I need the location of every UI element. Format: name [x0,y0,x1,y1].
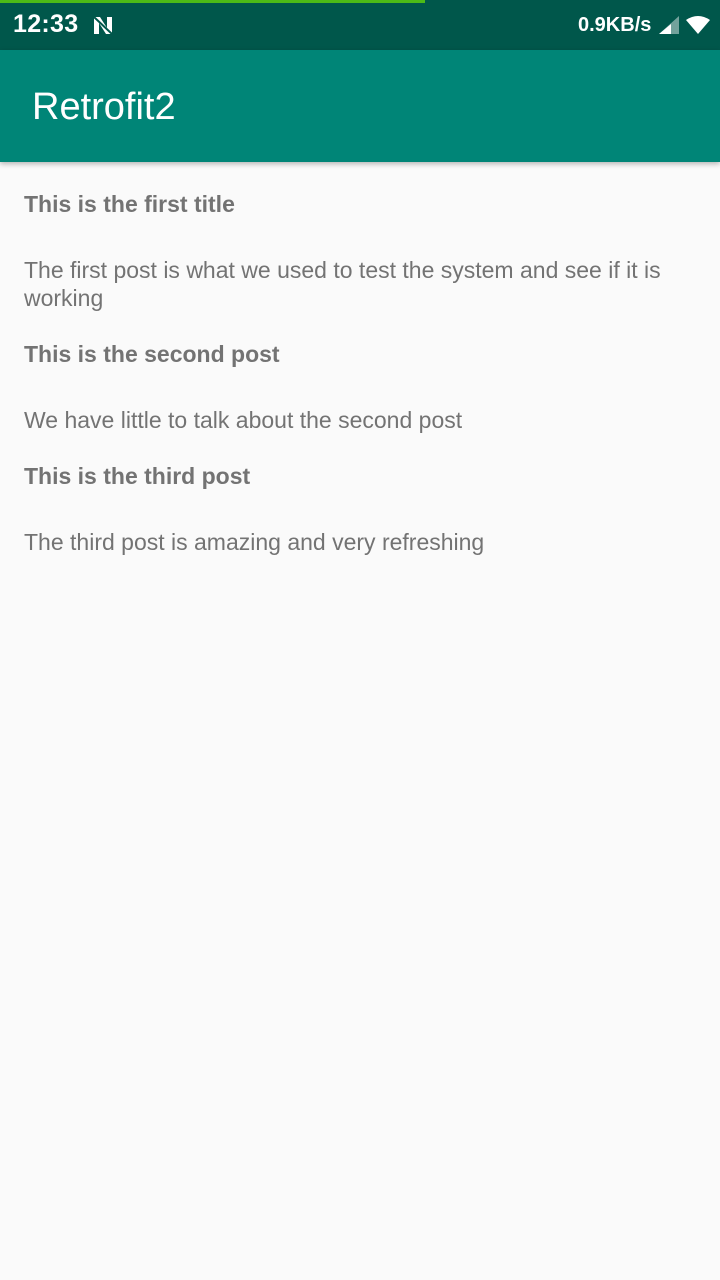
status-bar: 12:33 0.9KB/s [0,0,720,50]
post-list: This is the first title The first post i… [0,162,720,556]
post-item: This is the second post We have little t… [0,312,720,434]
app-title: Retrofit2 [32,86,176,128]
post-title: This is the second post [24,341,280,367]
status-progress-bar [0,0,425,3]
network-speed: 0.9KB/s [578,14,652,36]
post-title: This is the first title [24,191,235,217]
post-title: This is the third post [24,463,251,489]
wifi-icon [686,16,710,34]
post-body: We have little to talk about the second … [24,407,463,433]
post-item: This is the first title The first post i… [0,162,720,312]
app-bar: Retrofit2 [0,50,720,162]
cell-signal-icon [659,16,679,34]
n-notification-icon [93,16,113,35]
post-body: The third post is amazing and very refre… [24,529,485,555]
post-body: The first post is what we used to test t… [24,257,661,311]
post-item: This is the third post The third post is… [0,434,720,556]
status-time: 12:33 [13,10,79,38]
